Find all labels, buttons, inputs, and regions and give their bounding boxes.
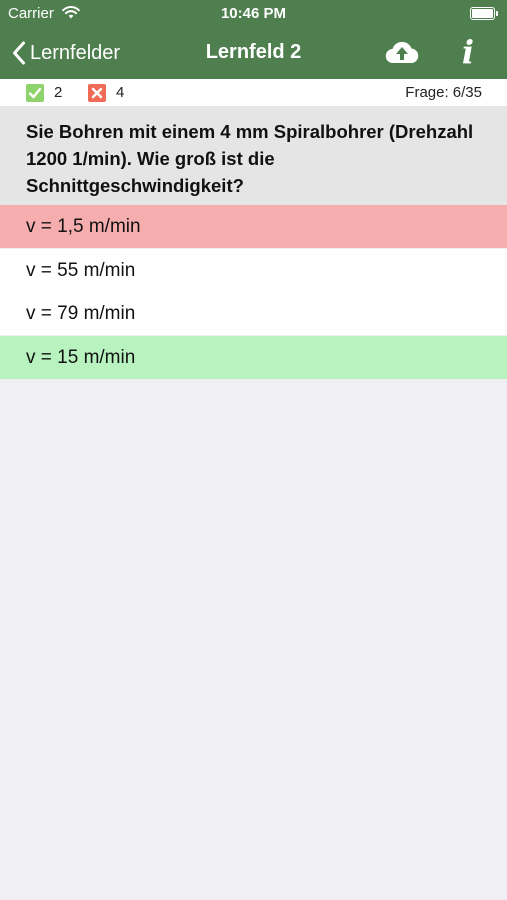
status-bar: Carrier 10:46 PM (0, 0, 507, 27)
page-title: Lernfeld 2 (205, 41, 302, 63)
clock: 10:46 PM (220, 5, 287, 22)
question-text: Sie Bohren mit einem 4 mm Spiralbohrer (… (0, 106, 507, 205)
answer-option-3[interactable]: v = 79 m/min (0, 292, 507, 335)
cloud-upload-icon[interactable] (385, 39, 419, 65)
wrong-count: 4 (116, 84, 125, 101)
correct-count: 2 (54, 84, 63, 101)
answer-option-4[interactable]: v = 15 m/min (0, 336, 507, 379)
question-progress: Frage: 6/35 (405, 84, 482, 101)
battery-icon (470, 7, 498, 20)
navigation-bar: Lernfelder Lernfeld 2 i (0, 27, 507, 79)
answer-option-2[interactable]: v = 55 m/min (0, 249, 507, 292)
answer-option-1[interactable]: v = 1,5 m/min (0, 205, 507, 248)
info-icon[interactable]: i (456, 33, 480, 71)
checkmark-icon (26, 84, 44, 102)
cross-icon (88, 84, 106, 102)
score-bar: 2 4 Frage: 6/35 (0, 79, 507, 106)
